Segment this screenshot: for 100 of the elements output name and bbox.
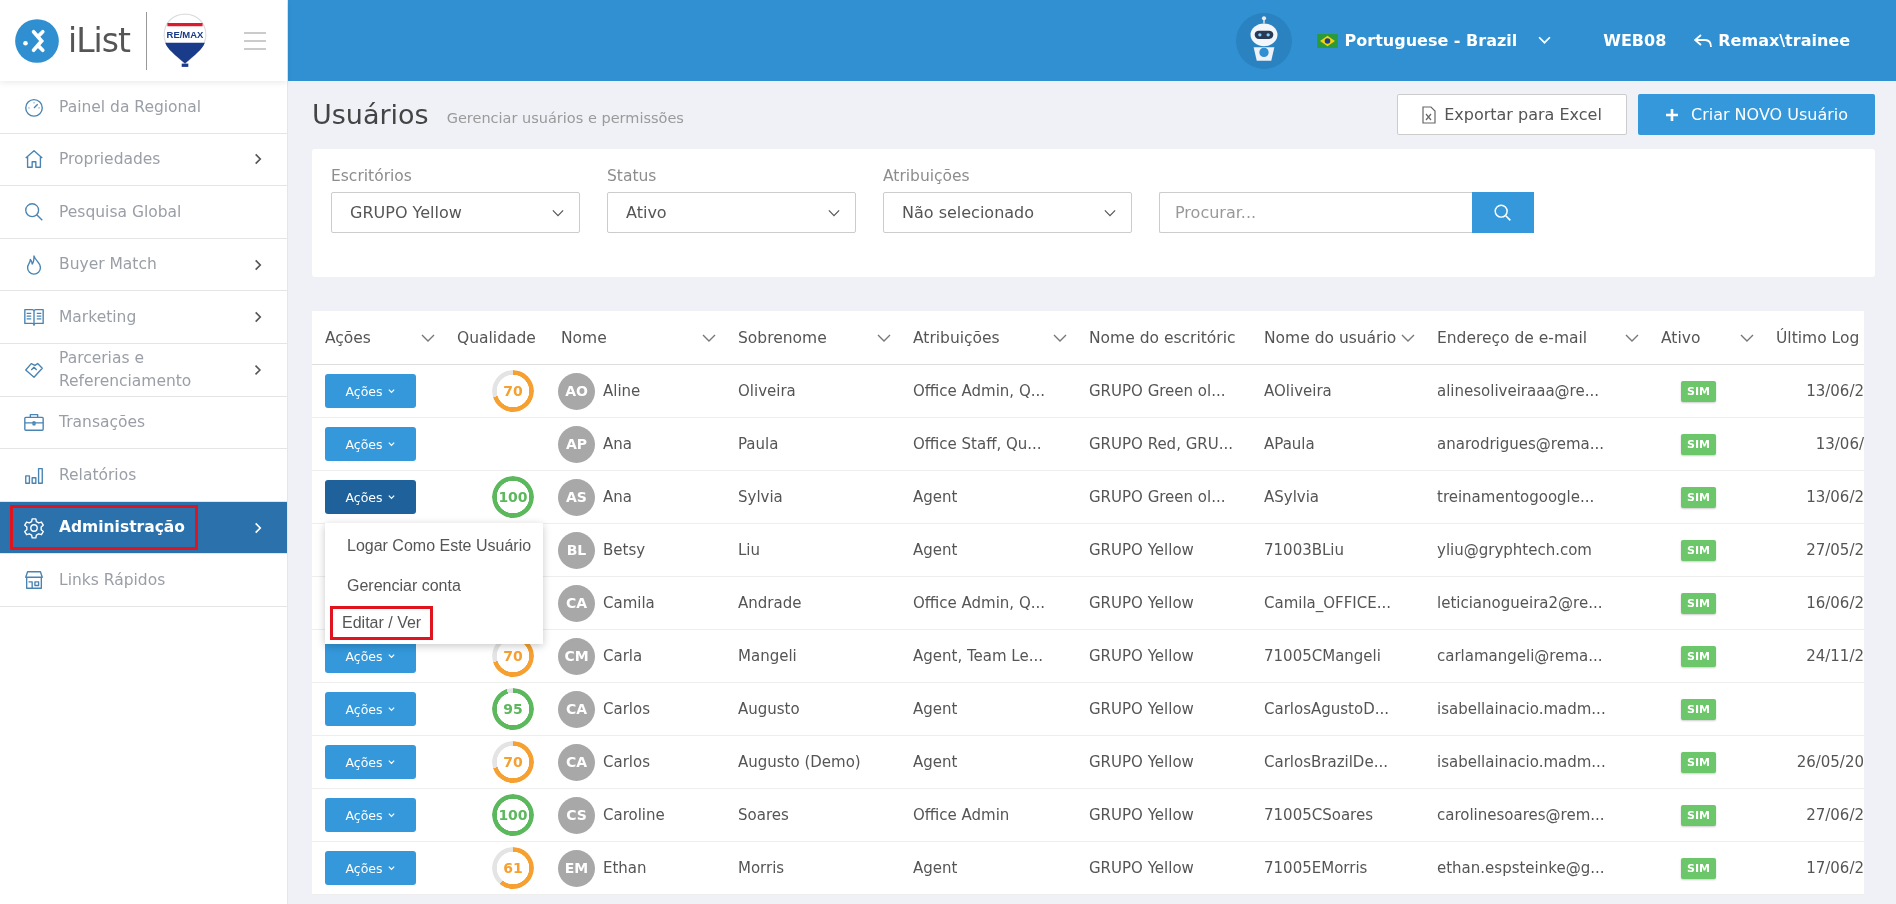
sidebar-item-label: Links Rápidos	[59, 569, 166, 591]
table-cell: yliu@gryphtech.com	[1437, 541, 1592, 559]
column-header[interactable]: Atribuições	[900, 328, 1076, 347]
column-header[interactable]: Endereço de e-mail	[1424, 328, 1648, 347]
table-cell: 26/05/20	[1796, 753, 1864, 771]
column-header[interactable]: Nome	[548, 328, 725, 347]
menu-item[interactable]: Editar / Ver	[330, 606, 434, 640]
table-cell: GRUPO Green ol...	[1089, 382, 1226, 400]
table-cell: AOliveira	[1264, 382, 1332, 400]
table-cell: Camila	[603, 594, 655, 612]
table-cell: GRUPO Red, GRU...	[1089, 435, 1233, 453]
menu-item[interactable]: Gerenciar conta	[330, 566, 538, 606]
column-header[interactable]: Ações	[312, 328, 444, 347]
actions-button[interactable]: Ações	[325, 427, 416, 461]
column-header[interactable]: Último Log	[1763, 328, 1864, 347]
table-cell: treinamentogoogle...	[1437, 488, 1595, 506]
dropdown-field[interactable]: Ativo	[607, 192, 856, 233]
dropdown-field[interactable]: Não selecionado	[883, 192, 1132, 233]
sidebar-item[interactable]: Administração	[0, 501, 287, 555]
avatar-initials: AO	[558, 372, 595, 410]
actions-button[interactable]: Ações	[325, 692, 416, 726]
column-header[interactable]: Nome do usuário	[1251, 328, 1424, 347]
search-icon	[23, 201, 45, 223]
column-header[interactable]: Ativo	[1648, 328, 1763, 347]
table-cell: 71005EMorris	[1264, 859, 1368, 877]
table-cell: carlamangeli@rema...	[1437, 647, 1603, 665]
caret-icon	[386, 440, 396, 448]
table-cell: Agent, Team Le...	[913, 647, 1043, 665]
table-cell: Agent	[913, 488, 958, 506]
quality-score: 95	[502, 700, 524, 718]
table-cell: 13/06/	[1815, 435, 1864, 453]
sidebar-item[interactable]: Painel da Regional	[0, 81, 287, 134]
avatar-initials: CS	[558, 796, 595, 834]
column-header[interactable]: Sobrenome	[725, 328, 900, 347]
sidebar-item[interactable]: Parcerias e Referenciamento	[0, 343, 287, 397]
ilist-logo-icon	[14, 17, 60, 64]
status-badge: SIM	[1681, 645, 1716, 667]
plus-icon	[1664, 107, 1679, 122]
robot-assistant-icon[interactable]	[1234, 11, 1293, 70]
book-icon	[23, 306, 45, 329]
table-cell: Carlos	[603, 753, 650, 771]
chevron-down-icon	[1538, 36, 1552, 45]
table-cell: 17/06/2	[1806, 859, 1864, 877]
table-cell: Augusto (Demo)	[738, 753, 861, 771]
column-header[interactable]: Qualidade	[444, 328, 548, 347]
actions-button[interactable]: Ações	[325, 374, 416, 408]
table-cell: Ethan	[603, 859, 647, 877]
table-cell: Agent	[913, 859, 958, 877]
sidebar-item[interactable]: Buyer Match	[0, 238, 287, 292]
table-cell: ASylvia	[1264, 488, 1320, 506]
sidebar-item[interactable]: Propriedades	[0, 133, 287, 187]
actions-button[interactable]: Ações	[325, 851, 416, 885]
dropdown-field[interactable]: GRUPO Yellow	[331, 192, 580, 233]
sidebar-item-label: Administração	[59, 517, 185, 539]
table-cell: Andrade	[738, 594, 802, 612]
status-badge: SIM	[1681, 486, 1716, 508]
create-user-button[interactable]: Criar NOVO Usuário	[1638, 94, 1875, 135]
page-subtitle: Gerenciar usuários e permissões	[446, 109, 684, 126]
sidebar-item[interactable]: Links Rápidos	[0, 554, 287, 607]
table-cell: Office Staff, Qu...	[913, 435, 1042, 453]
excel-file-icon	[1422, 105, 1437, 124]
caret-icon	[386, 864, 396, 872]
table-cell: isabellainacio.madm...	[1437, 700, 1606, 718]
table-cell: Carlos	[603, 700, 650, 718]
sidebar-item[interactable]: Relatórios	[0, 449, 287, 502]
quality-score: 70	[502, 753, 524, 771]
table-cell: Augusto	[738, 700, 800, 718]
table-cell: CarlosBrazilDe...	[1264, 753, 1388, 771]
brand-name: iList	[68, 21, 130, 60]
table-cell: GRUPO Yellow	[1089, 541, 1194, 559]
sidebar-item[interactable]: Transações	[0, 396, 287, 450]
sidebar-item-label: Marketing	[59, 306, 137, 328]
briefcase-icon	[23, 411, 45, 434]
filter-label: Escritórios	[331, 167, 413, 185]
user-link[interactable]: Remax\trainee	[1694, 31, 1850, 50]
search-field[interactable]: Procurar...	[1159, 192, 1472, 233]
table-cell: Agent	[913, 541, 958, 559]
sidebar-item[interactable]: Marketing	[0, 291, 287, 344]
actions-button[interactable]: Ações	[325, 480, 416, 514]
table-cell: Morris	[738, 859, 785, 877]
language-selector[interactable]: Portuguese - Brazil	[1316, 31, 1552, 50]
actions-button[interactable]: Ações	[325, 798, 416, 832]
column-header[interactable]: Nome do escritóric	[1076, 328, 1251, 347]
status-badge: SIM	[1681, 804, 1716, 826]
table-cell: Paula	[738, 435, 779, 453]
balloon-logo: RE/MAX	[162, 13, 207, 68]
chevron-right-icon	[252, 362, 263, 377]
menu-icon[interactable]	[242, 30, 267, 51]
table-cell: GRUPO Yellow	[1089, 647, 1194, 665]
table-cell: Caroline	[603, 806, 665, 824]
table-cell: anarodrigues@rema...	[1437, 435, 1604, 453]
caret-icon	[386, 387, 396, 395]
reply-arrow-icon	[1694, 33, 1713, 48]
menu-item[interactable]: Logar Como Este Usuário	[330, 526, 538, 566]
sidebar-item[interactable]: Pesquisa Global	[0, 186, 287, 239]
actions-button[interactable]: Ações	[325, 745, 416, 779]
search-button[interactable]	[1472, 192, 1534, 233]
export-button[interactable]: Exportar para Excel	[1397, 94, 1627, 135]
sidebar-item-label: Relatórios	[59, 464, 137, 486]
table-cell: isabellainacio.madm...	[1437, 753, 1606, 771]
